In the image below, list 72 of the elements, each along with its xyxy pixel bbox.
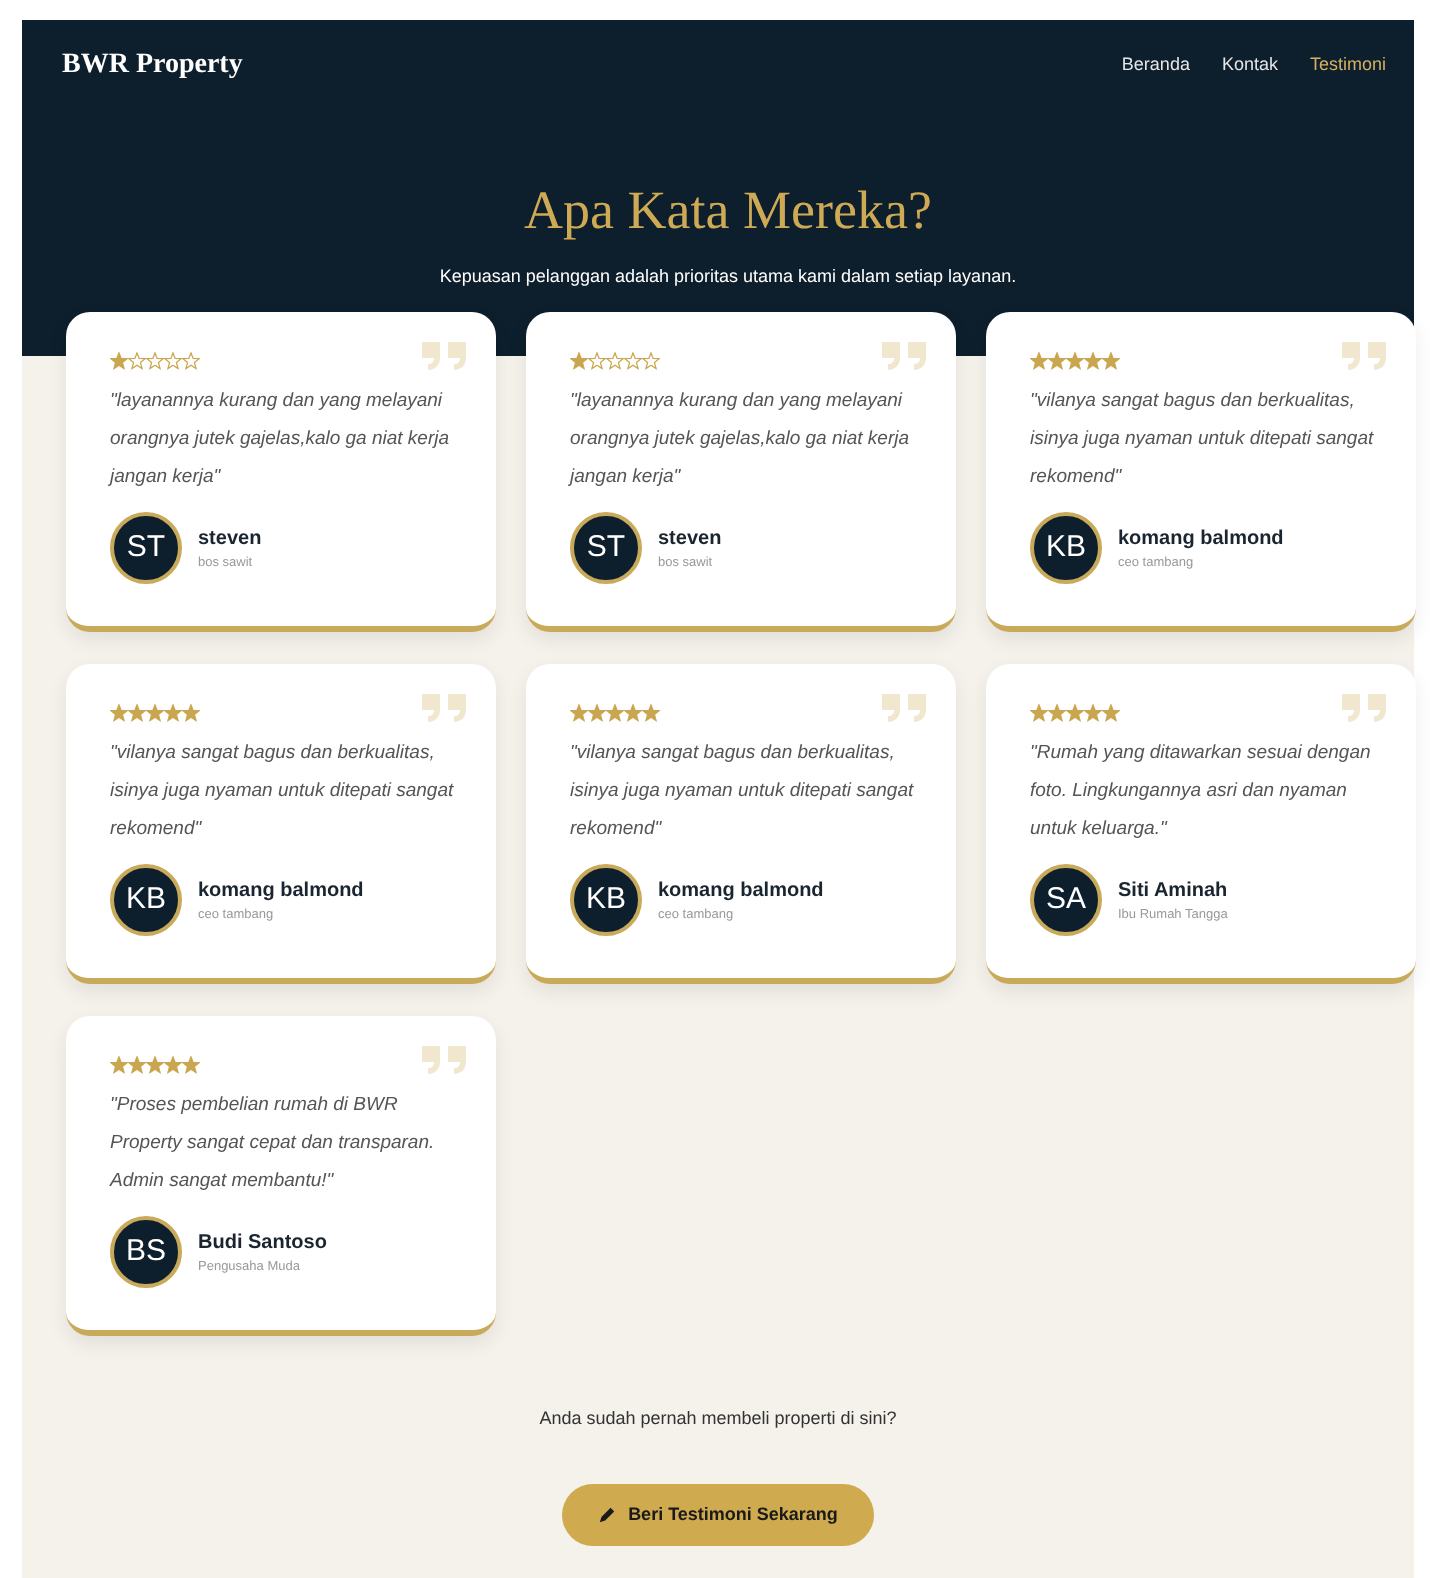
star-icon xyxy=(1084,352,1102,370)
star-icon xyxy=(128,352,146,370)
star-icon xyxy=(182,704,200,722)
star-icon xyxy=(588,352,606,370)
star-icon xyxy=(570,352,588,370)
star-icon xyxy=(128,1056,146,1074)
star-icon xyxy=(1084,704,1102,722)
star-icon xyxy=(164,352,182,370)
pen-icon xyxy=(598,1505,617,1524)
star-icon xyxy=(1066,352,1084,370)
person-name: steven xyxy=(658,525,722,554)
quote-text: "vilanya sangat bagus dan berkualitas, isinya juga nyaman untuk ditepati sangat rekomend" xyxy=(110,740,456,844)
star-icon xyxy=(110,1056,128,1074)
quote-icon xyxy=(880,692,928,724)
nav-link[interactable]: Kontak xyxy=(1221,51,1278,79)
quote-text: "vilanya sangat bagus dan berkualitas, isinya juga nyaman untuk ditepati sangat rekomend" xyxy=(1030,388,1376,492)
star-icon xyxy=(1066,704,1084,722)
avatar: BS xyxy=(110,1216,182,1288)
nav-link[interactable]: Testimoni xyxy=(1309,51,1386,79)
quote-text: "layanannya kurang dan yang melayani orangnya jutek gajelas,kalo ga niat kerja jangan kerja" xyxy=(570,388,912,492)
nav-link[interactable]: Beranda xyxy=(1121,51,1190,79)
star-icon xyxy=(1048,352,1066,370)
star-icon xyxy=(164,1056,182,1074)
avatar: ST xyxy=(570,512,642,584)
star-icon xyxy=(128,704,146,722)
avatar: KB xyxy=(110,864,182,936)
star-icon xyxy=(624,352,642,370)
star-icon xyxy=(606,352,624,370)
star-icon xyxy=(182,352,200,370)
quote-icon xyxy=(880,340,928,372)
quote-icon xyxy=(1340,340,1388,372)
star-icon xyxy=(182,1056,200,1074)
quote-text: "vilanya sangat bagus dan berkualitas, isinya juga nyaman untuk ditepati sangat rekomend" xyxy=(570,740,916,844)
star-icon xyxy=(642,352,660,370)
star-icon xyxy=(164,704,182,722)
cta-prompt: Anda sudah pernah membeli properti di sini? xyxy=(537,1406,899,1432)
person-name: steven xyxy=(198,525,262,554)
star-icon xyxy=(110,704,128,722)
star-icon xyxy=(588,704,606,722)
star-icon xyxy=(606,704,624,722)
avatar: SA xyxy=(1030,864,1102,936)
quote-icon xyxy=(420,340,468,372)
testimonial-button[interactable]: Beri Testimoni Sekarang xyxy=(562,1483,874,1546)
person-name: komang balmond xyxy=(658,877,824,906)
star-icon xyxy=(146,352,164,370)
page-title: Apa Kata Mereka? xyxy=(522,178,934,244)
person-name: Budi Santoso xyxy=(198,1229,327,1258)
star-icon xyxy=(642,704,660,722)
star-icon xyxy=(624,704,642,722)
star-icon xyxy=(1030,704,1048,722)
avatar: KB xyxy=(570,864,642,936)
quote-icon xyxy=(1340,692,1388,724)
avatar: KB xyxy=(1030,512,1102,584)
star-icon xyxy=(1048,704,1066,722)
quote-icon xyxy=(420,1044,468,1076)
star-icon xyxy=(570,704,588,722)
page-subtitle: Kepuasan pelanggan adalah prioritas utama kami dalam setiap layanan. xyxy=(437,263,1019,290)
quote-text: "Rumah yang ditawarkan sesuai dengan foto. Lingkungannya asri dan nyaman untuk keluarga." xyxy=(1030,740,1373,844)
brand-logo[interactable]: BWR Property xyxy=(62,44,243,86)
person-name: Siti Aminah xyxy=(1118,877,1228,906)
person-name: komang balmond xyxy=(198,877,364,906)
quote-text: "layanannya kurang dan yang melayani orangnya jutek gajelas,kalo ga niat kerja jangan kerja" xyxy=(110,388,452,492)
star-icon xyxy=(146,704,164,722)
quote-icon xyxy=(420,692,468,724)
avatar: ST xyxy=(110,512,182,584)
person-name: komang balmond xyxy=(1118,525,1284,554)
quote-text: "Proses pembelian rumah di BWR Property sangat cepat dan transparan. Admin sangat membantu!" xyxy=(110,1092,437,1196)
star-icon xyxy=(110,352,128,370)
star-icon xyxy=(146,1056,164,1074)
star-icon xyxy=(1102,352,1120,370)
star-icon xyxy=(1102,704,1120,722)
star-icon xyxy=(1030,352,1048,370)
